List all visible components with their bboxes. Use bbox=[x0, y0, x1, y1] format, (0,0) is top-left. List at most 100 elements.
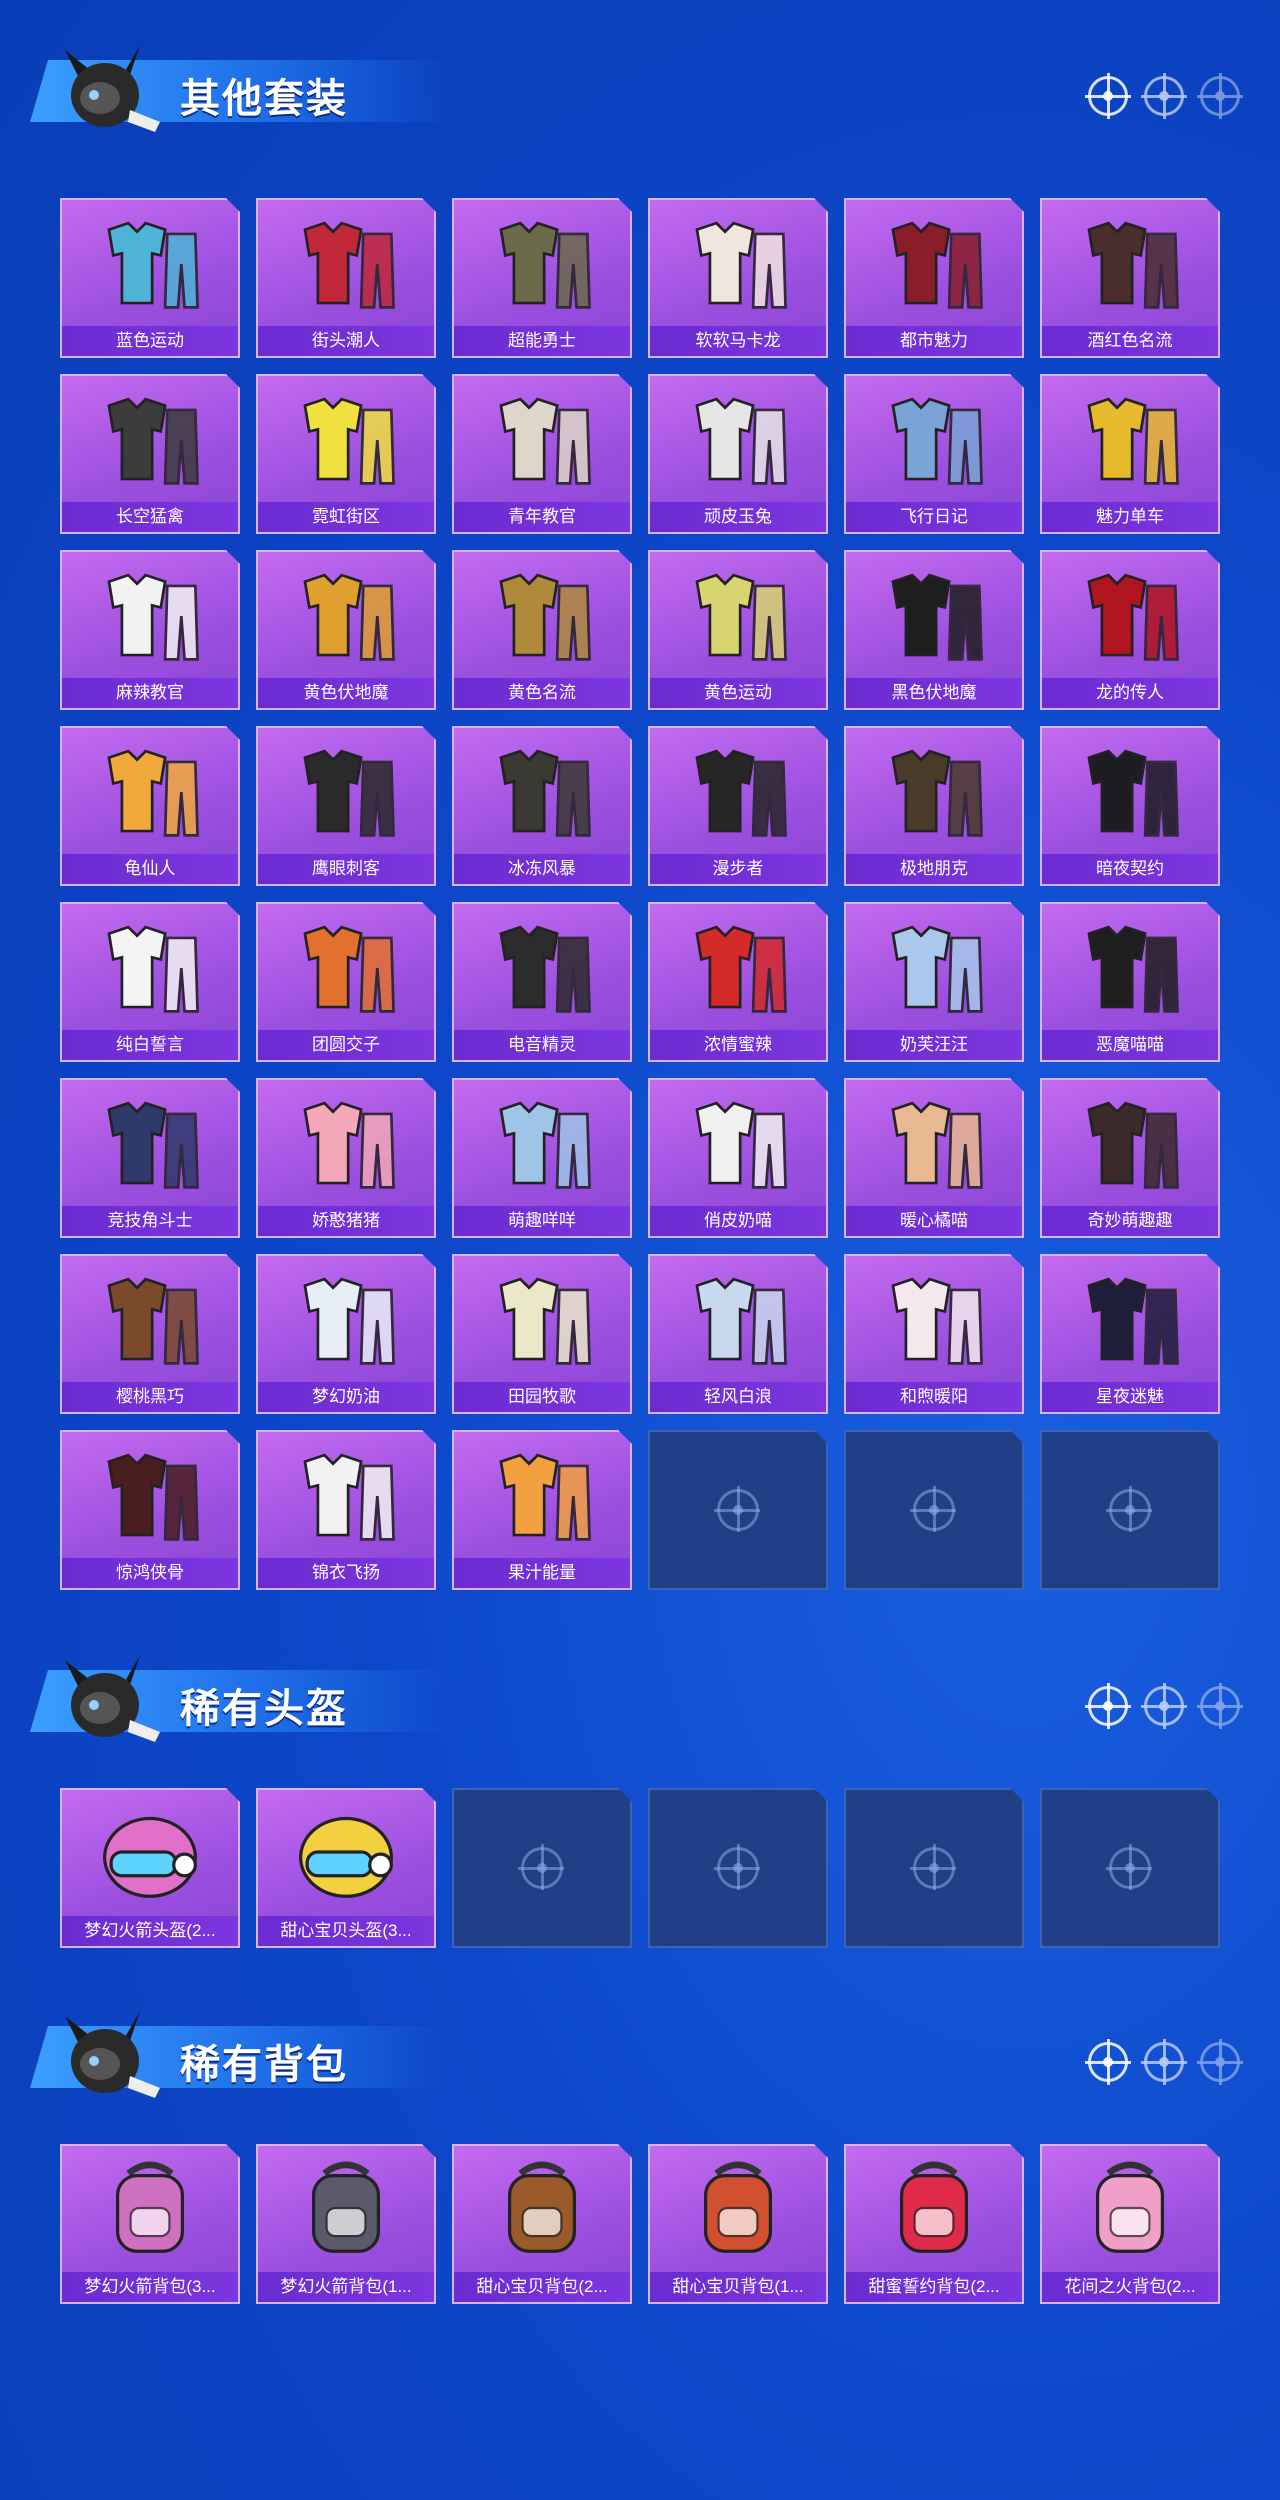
item-card[interactable]: 竞技角斗士 bbox=[60, 1078, 240, 1238]
empty-slot-art bbox=[454, 1790, 630, 1946]
item-card[interactable]: 酒红色名流 bbox=[1040, 198, 1220, 358]
item-card[interactable]: 恶魔喵喵 bbox=[1040, 902, 1220, 1062]
item-art bbox=[1042, 200, 1218, 324]
item-card[interactable]: 梦幻火箭背包(1... bbox=[256, 2144, 436, 2304]
item-card[interactable]: 樱桃黑巧 bbox=[60, 1254, 240, 1414]
item-card[interactable]: 甜蜜誓约背包(2... bbox=[844, 2144, 1024, 2304]
item-card[interactable]: 超能勇士 bbox=[452, 198, 632, 358]
item-label: 锦衣飞扬 bbox=[258, 1558, 434, 1588]
empty-slot bbox=[648, 1430, 828, 1590]
item-card[interactable]: 龟仙人 bbox=[60, 726, 240, 886]
item-card[interactable]: 蓝色运动 bbox=[60, 198, 240, 358]
item-card[interactable]: 暗夜契约 bbox=[1040, 726, 1220, 886]
item-card[interactable]: 顽皮玉兔 bbox=[648, 374, 828, 534]
item-card[interactable]: 花间之火背包(2... bbox=[1040, 2144, 1220, 2304]
item-card[interactable]: 麻辣教官 bbox=[60, 550, 240, 710]
target-icon bbox=[1109, 1847, 1151, 1889]
item-card[interactable]: 奶芙汪汪 bbox=[844, 902, 1024, 1062]
item-card[interactable]: 梦幻火箭背包(3... bbox=[60, 2144, 240, 2304]
item-label: 软软马卡龙 bbox=[650, 326, 826, 356]
item-card[interactable]: 锦衣飞扬 bbox=[256, 1430, 436, 1590]
item-card[interactable]: 冰冻风暴 bbox=[452, 726, 632, 886]
outfit-icon bbox=[281, 208, 411, 316]
item-label: 暗夜契约 bbox=[1042, 854, 1218, 884]
item-card[interactable]: 鹰眼刺客 bbox=[256, 726, 436, 886]
item-card[interactable]: 星夜迷魅 bbox=[1040, 1254, 1220, 1414]
item-card[interactable]: 黄色伏地魔 bbox=[256, 550, 436, 710]
outfit-icon bbox=[477, 208, 607, 316]
outfit-icon bbox=[477, 736, 607, 844]
item-card[interactable]: 漫步者 bbox=[648, 726, 828, 886]
item-card[interactable]: 轻风白浪 bbox=[648, 1254, 828, 1414]
item-label: 极地朋克 bbox=[846, 854, 1022, 884]
item-card[interactable]: 萌趣咩咩 bbox=[452, 1078, 632, 1238]
item-card[interactable]: 团圆交子 bbox=[256, 902, 436, 1062]
item-card[interactable]: 长空猛禽 bbox=[60, 374, 240, 534]
item-card[interactable]: 甜心宝贝头盔(3... bbox=[256, 1788, 436, 1948]
item-card[interactable]: 黄色运动 bbox=[648, 550, 828, 710]
item-label: 顽皮玉兔 bbox=[650, 502, 826, 532]
item-label: 电音精灵 bbox=[454, 1030, 630, 1060]
item-card[interactable]: 极地朋克 bbox=[844, 726, 1024, 886]
item-card[interactable]: 甜心宝贝背包(2... bbox=[452, 2144, 632, 2304]
item-label: 飞行日记 bbox=[846, 502, 1022, 532]
item-card[interactable]: 黄色名流 bbox=[452, 550, 632, 710]
item-card[interactable]: 梦幻奶油 bbox=[256, 1254, 436, 1414]
item-label: 甜心宝贝头盔(3... bbox=[258, 1916, 434, 1946]
outfit-icon bbox=[1065, 384, 1195, 492]
outfit-icon bbox=[281, 384, 411, 492]
item-card[interactable]: 龙的传人 bbox=[1040, 550, 1220, 710]
item-label: 都市魅力 bbox=[846, 326, 1022, 356]
backpack-icon bbox=[869, 2154, 999, 2262]
item-art bbox=[258, 1432, 434, 1556]
item-card[interactable]: 甜心宝贝背包(1... bbox=[648, 2144, 828, 2304]
item-art bbox=[650, 2146, 826, 2270]
item-card[interactable]: 浓情蜜辣 bbox=[648, 902, 828, 1062]
outfit-icon bbox=[281, 1088, 411, 1196]
empty-slot-art bbox=[846, 1432, 1022, 1588]
item-card[interactable]: 魅力单车 bbox=[1040, 374, 1220, 534]
section-title: 稀有背包 bbox=[180, 2042, 348, 2088]
outfit-icon bbox=[85, 736, 215, 844]
item-label: 梦幻火箭头盔(2... bbox=[62, 1916, 238, 1946]
item-card[interactable]: 街头潮人 bbox=[256, 198, 436, 358]
item-card[interactable]: 果汁能量 bbox=[452, 1430, 632, 1590]
item-card[interactable]: 青年教官 bbox=[452, 374, 632, 534]
item-art bbox=[650, 376, 826, 500]
outfit-icon bbox=[477, 1088, 607, 1196]
outfit-icon bbox=[1065, 912, 1195, 1020]
target-icons bbox=[1085, 1683, 1243, 1729]
item-card[interactable]: 惊鸿侠骨 bbox=[60, 1430, 240, 1590]
item-card[interactable]: 俏皮奶喵 bbox=[648, 1078, 828, 1238]
item-card[interactable]: 暖心橘喵 bbox=[844, 1078, 1024, 1238]
item-art bbox=[454, 1432, 630, 1556]
item-art bbox=[62, 552, 238, 676]
item-card[interactable]: 黑色伏地魔 bbox=[844, 550, 1024, 710]
item-card[interactable]: 和煦暖阳 bbox=[844, 1254, 1024, 1414]
outfit-icon bbox=[281, 560, 411, 668]
outfit-icon bbox=[869, 736, 999, 844]
item-card[interactable]: 电音精灵 bbox=[452, 902, 632, 1062]
outfit-icon bbox=[673, 208, 803, 316]
item-card[interactable]: 纯白誓言 bbox=[60, 902, 240, 1062]
outfit-icon bbox=[85, 912, 215, 1020]
section-other-outfits: 其他套装 蓝色运动 街头潮人 超能勇士 软软马卡龙 都市魅力 酒红色名流 长空猛禽 霓虹街区青… bbox=[0, 30, 1280, 140]
item-label: 萌趣咩咩 bbox=[454, 1206, 630, 1236]
outfit-icon bbox=[477, 1264, 607, 1372]
item-art bbox=[846, 2146, 1022, 2270]
item-card[interactable]: 飞行日记 bbox=[844, 374, 1024, 534]
item-card[interactable]: 都市魅力 bbox=[844, 198, 1024, 358]
item-art bbox=[454, 552, 630, 676]
item-card[interactable]: 奇妙萌趣趣 bbox=[1040, 1078, 1220, 1238]
target-icon bbox=[1085, 2039, 1131, 2085]
item-art bbox=[650, 552, 826, 676]
target-icon bbox=[1197, 73, 1243, 119]
item-card[interactable]: 霓虹街区 bbox=[256, 374, 436, 534]
item-card[interactable]: 娇憨猪猪 bbox=[256, 1078, 436, 1238]
item-card[interactable]: 梦幻火箭头盔(2... bbox=[60, 1788, 240, 1948]
item-card[interactable]: 田园牧歌 bbox=[452, 1254, 632, 1414]
item-label: 青年教官 bbox=[454, 502, 630, 532]
item-card[interactable]: 软软马卡龙 bbox=[648, 198, 828, 358]
item-grid: 蓝色运动 街头潮人 超能勇士 软软马卡龙 都市魅力 酒红色名流长空猛禽 霓虹街区 青年教官 顽皮… bbox=[60, 198, 1220, 1590]
item-label: 龙的传人 bbox=[1042, 678, 1218, 708]
